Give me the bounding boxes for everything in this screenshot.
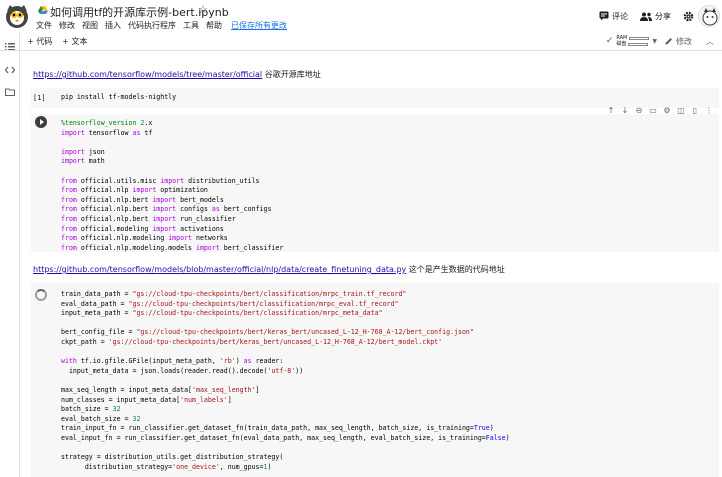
code-cell-2-source[interactable]: %tensorflow_version 2.x import tensorflo… <box>61 119 283 253</box>
saved-status-link[interactable]: 已保存所有更改 <box>231 20 287 31</box>
code-cell-2[interactable]: %tensorflow_version 2.x import tensorflo… <box>31 114 719 252</box>
add-code-button[interactable]: + 代码 <box>27 36 52 47</box>
resource-dropdown-icon[interactable]: ▼ <box>652 38 657 45</box>
notebook-toolbar: + 代码 + 文本 ✓ RAM 磁盘 ▼ 修改 ︿ <box>0 33 722 51</box>
code-snippets-icon[interactable] <box>5 66 15 74</box>
text-cell-2: https://github.com/tensorflow/models/blo… <box>33 264 505 275</box>
comment-label: 评论 <box>612 11 628 21</box>
left-sidebar <box>0 33 20 477</box>
menu-edit[interactable]: 修改 <box>59 20 75 31</box>
notebook-content: https://github.com/tensorflow/models/tre… <box>21 52 722 477</box>
user-avatar[interactable] <box>698 5 720 27</box>
share-people-icon <box>640 12 652 21</box>
menu-view[interactable]: 视图 <box>82 20 98 31</box>
run-cell-button[interactable] <box>35 116 47 128</box>
exec-count: [1] <box>33 94 46 102</box>
finetuning-data-link[interactable]: https://github.com/tensorflow/models/blo… <box>33 265 406 274</box>
share-button[interactable]: 分享 <box>640 11 671 22</box>
app-header: 如何调用tf的开源库示例-bert.ipynb ☆ 文件 修改 视图 插入 代码… <box>0 0 722 33</box>
official-repo-link[interactable]: https://github.com/tensorflow/models/tre… <box>33 70 262 79</box>
ram-meter <box>629 36 650 40</box>
running-spinner-icon[interactable] <box>35 289 47 301</box>
code-cell-3[interactable]: train_data_path = "gs://cloud-tpu-checkp… <box>31 283 719 477</box>
disk-meter <box>628 42 649 46</box>
folder-icon[interactable] <box>5 88 15 96</box>
add-text-button[interactable]: + 文本 <box>62 36 87 47</box>
text-cell-1: https://github.com/tensorflow/models/tre… <box>33 69 321 80</box>
comment-button[interactable]: 评论 <box>599 11 628 22</box>
code-cell-1[interactable]: [1] pip install tf-models-nightly <box>31 88 719 108</box>
disk-label: 磁盘 <box>616 41 627 47</box>
code-cell-1-source[interactable]: pip install tf-models-nightly <box>61 93 176 103</box>
edit-mode-label: 修改 <box>676 36 692 46</box>
menu-file[interactable]: 文件 <box>36 20 52 31</box>
header-actions: 评论 分享 <box>599 5 722 27</box>
text-cell-1-suffix: 谷歌开源库地址 <box>262 70 321 79</box>
drive-icon <box>38 6 48 14</box>
menu-tools[interactable]: 工具 <box>183 20 199 31</box>
share-label: 分享 <box>655 11 671 21</box>
avatar-cat-icon <box>702 8 718 26</box>
star-icon[interactable]: ☆ <box>198 3 208 16</box>
pencil-icon <box>665 38 672 45</box>
gear-icon[interactable] <box>683 11 694 22</box>
menu-help[interactable]: 帮助 <box>206 20 222 31</box>
edit-mode-button[interactable]: 修改 <box>665 36 692 47</box>
menu-runtime[interactable]: 代码执行程序 <box>128 20 176 31</box>
text-cell-2-suffix: 这个是产生数据的代码地址 <box>406 265 505 274</box>
code-cell-3-source[interactable]: train_data_path = "gs://cloud-tpu-checkp… <box>61 290 510 472</box>
connected-check-icon: ✓ <box>605 36 614 46</box>
comment-icon <box>599 11 609 21</box>
menu-insert[interactable]: 插入 <box>105 20 121 31</box>
menu-bar: 文件 修改 视图 插入 代码执行程序 工具 帮助 已保存所有更改 <box>36 20 294 31</box>
resource-meter[interactable]: RAM 磁盘 <box>616 35 650 47</box>
colab-logo-icon[interactable] <box>4 3 30 29</box>
collapse-header-icon[interactable]: ︿ <box>706 36 714 47</box>
